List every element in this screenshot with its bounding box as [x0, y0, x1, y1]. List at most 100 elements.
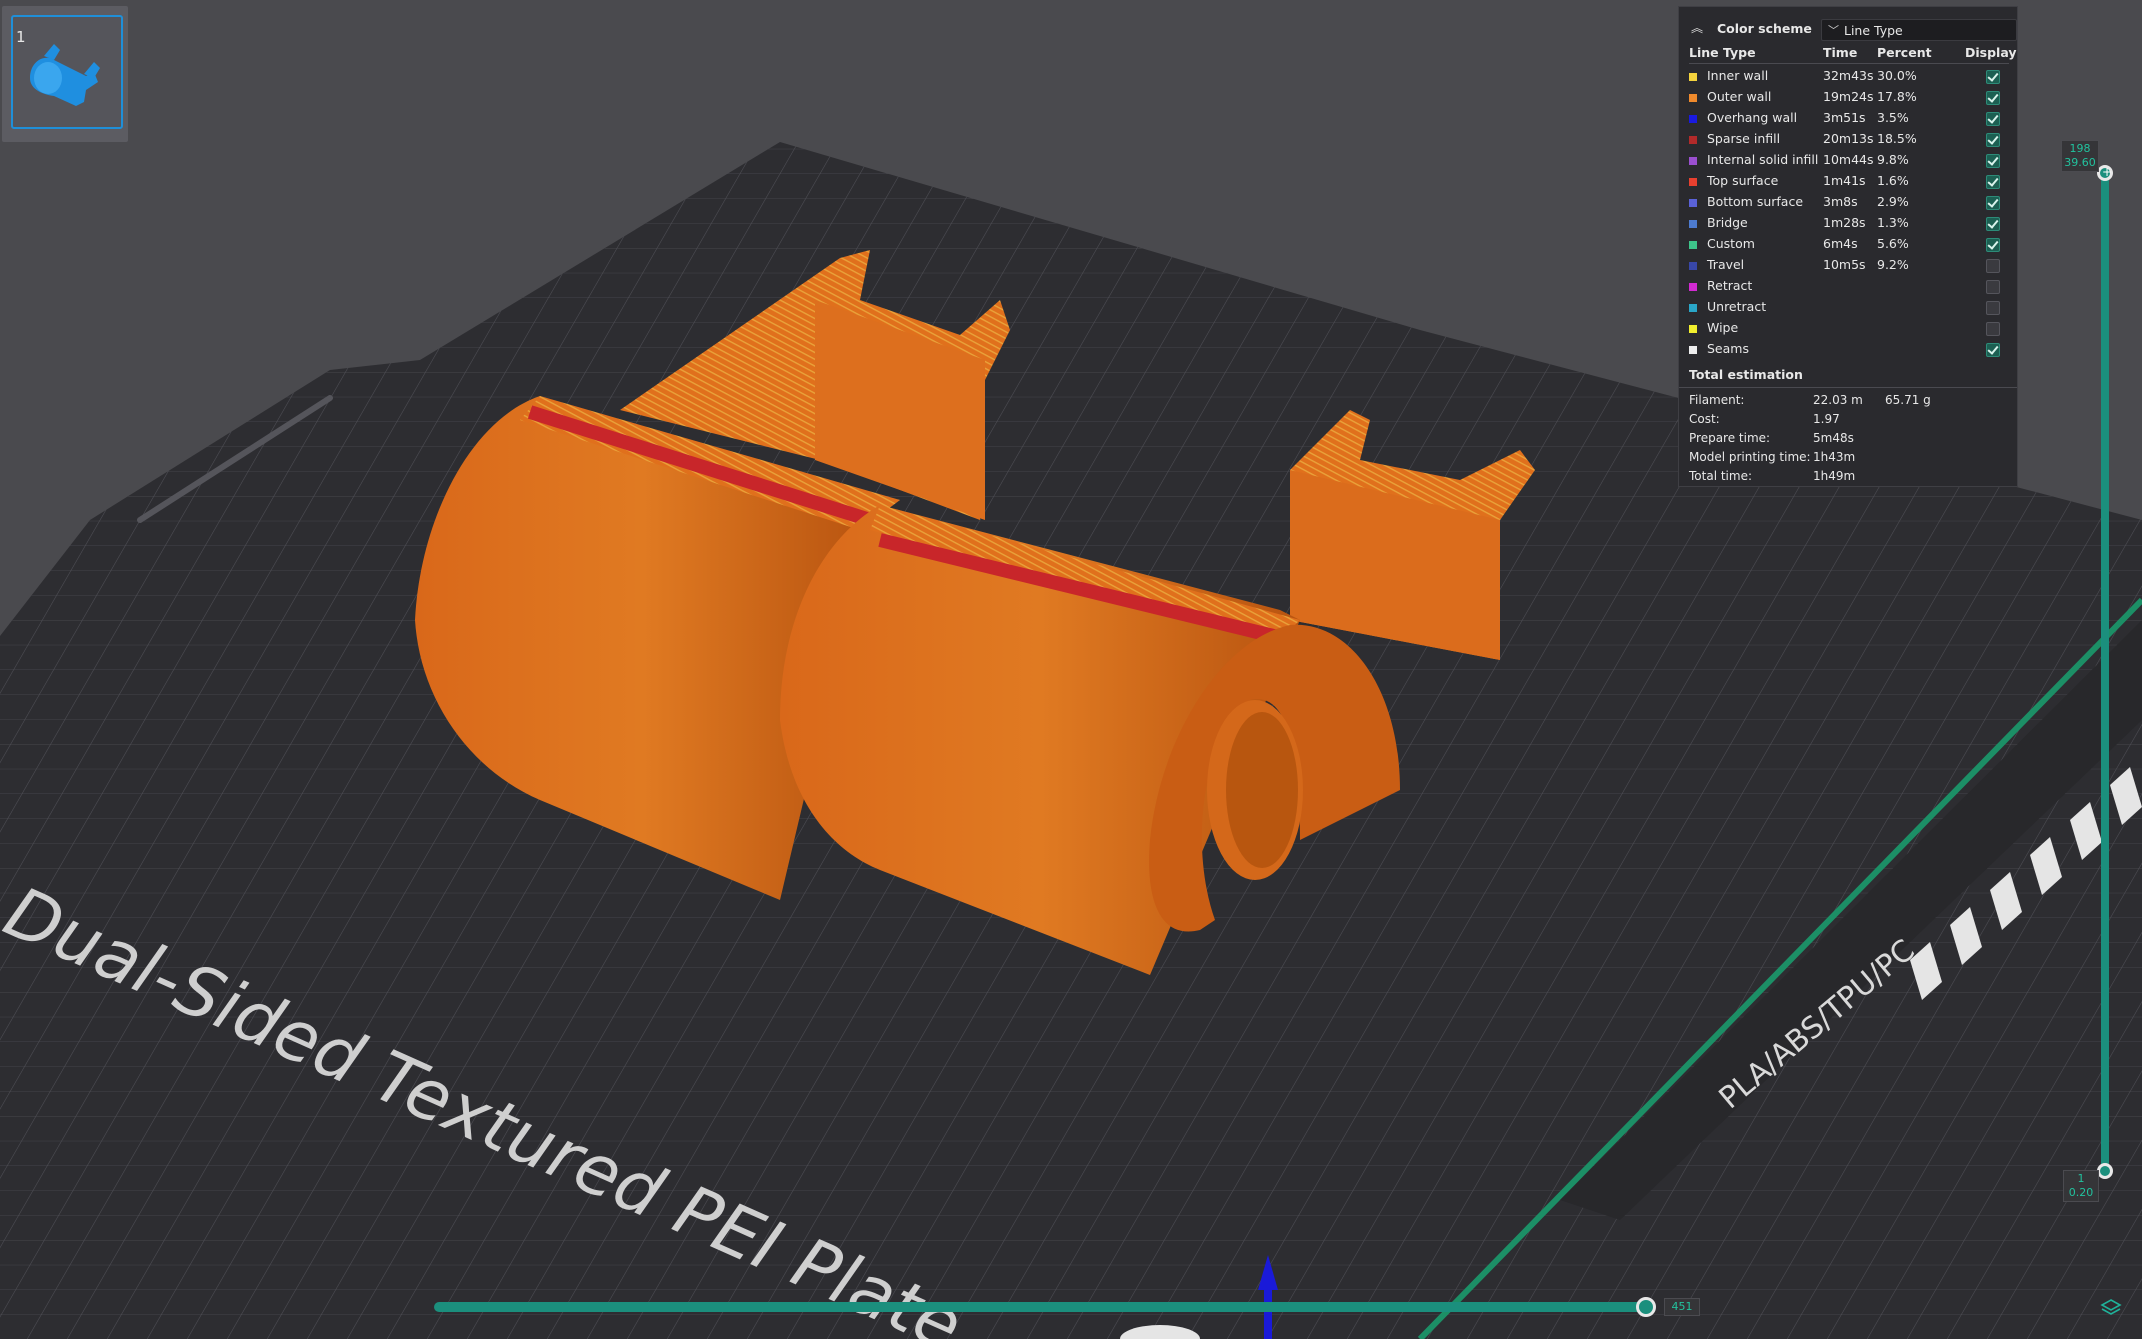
line-type-percent: 9.2%	[1877, 257, 1909, 272]
estimation-cost: Cost: 1.97	[1689, 412, 2009, 431]
total-time-value: 1h49m	[1813, 469, 1856, 483]
display-checkbox[interactable]	[1986, 259, 2000, 273]
estimation-filament: Filament: 22.03 m 65.71 g	[1689, 393, 2009, 412]
line-type-name: Outer wall	[1707, 89, 1772, 104]
line-type-name: Bottom surface	[1707, 194, 1804, 209]
legend-panel: ︽ Color scheme ﹀ Line Type Line Type Tim…	[1678, 6, 2018, 487]
bottom-layer-number: 1	[2077, 1172, 2085, 1185]
line-type-percent: 5.6%	[1877, 236, 1909, 251]
color-swatch	[1689, 241, 1697, 249]
cost-value: 1.97	[1813, 412, 1840, 426]
layer-slider-top-handle[interactable]	[2097, 165, 2113, 181]
legend-row: Bridge 1m28s 1.3%	[1689, 213, 2009, 234]
color-swatch	[1689, 94, 1697, 102]
color-scheme-header: ︽ Color scheme ﹀ Line Type	[1689, 15, 2017, 41]
plate-thumbnail[interactable]: 1	[2, 6, 128, 142]
color-swatch	[1689, 136, 1697, 144]
estimation-model-time: Model printing time: 1h43m	[1689, 450, 2009, 469]
line-type-name: Retract	[1707, 278, 1753, 293]
column-display: Display	[1965, 45, 2017, 60]
color-swatch	[1689, 73, 1697, 81]
cost-label: Cost:	[1689, 412, 1720, 426]
color-swatch	[1689, 304, 1697, 312]
color-scheme-label: Color scheme	[1717, 21, 1812, 36]
column-line-type: Line Type	[1689, 45, 1756, 60]
line-type-name: Travel	[1707, 257, 1745, 272]
color-swatch	[1689, 157, 1697, 165]
color-swatch	[1689, 262, 1697, 270]
model-thumbnail-icon	[30, 44, 100, 106]
line-type-time: 10m44s	[1823, 152, 1874, 167]
layer-slider-bottom-handle[interactable]	[2097, 1163, 2113, 1179]
color-scheme-select[interactable]: ﹀ Line Type	[1821, 19, 2017, 41]
display-checkbox[interactable]	[1986, 280, 2000, 294]
line-type-time: 10m5s	[1823, 257, 1866, 272]
line-type-time: 1m41s	[1823, 173, 1866, 188]
legend-column-headers: Line Type Time Percent Display	[1689, 43, 2017, 64]
column-percent: Percent	[1877, 45, 1932, 60]
move-slider-track[interactable]	[434, 1302, 1650, 1312]
layer-slider-bottom-label: 1 0.20	[2063, 1170, 2099, 1202]
legend-row: Bottom surface 3m8s 2.9%	[1689, 192, 2009, 213]
divider	[1679, 387, 2017, 388]
collapse-chevron-icon[interactable]: ︽	[1691, 19, 1703, 36]
filament-label: Filament:	[1689, 393, 1745, 407]
display-checkbox[interactable]	[1986, 343, 2000, 357]
line-type-name: Internal solid infill	[1707, 152, 1819, 167]
estimation-prepare-time: Prepare time: 5m48s	[1689, 431, 2009, 450]
chevron-down-icon: ﹀	[1828, 24, 1839, 37]
line-type-time: 6m4s	[1823, 236, 1858, 251]
line-type-time: 3m51s	[1823, 110, 1866, 125]
display-checkbox[interactable]	[1986, 301, 2000, 315]
display-checkbox[interactable]	[1986, 217, 2000, 231]
color-swatch	[1689, 283, 1697, 291]
display-checkbox[interactable]	[1986, 112, 2000, 126]
display-checkbox[interactable]	[1986, 154, 2000, 168]
line-type-percent: 1.3%	[1877, 215, 1909, 230]
bottom-layer-height: 0.20	[2068, 1186, 2094, 1199]
line-type-name: Sparse infill	[1707, 131, 1781, 146]
display-checkbox[interactable]	[1986, 70, 2000, 84]
legend-row: Travel 10m5s 9.2%	[1689, 255, 2009, 276]
line-type-name: Unretract	[1707, 299, 1767, 314]
layer-slider-track[interactable]	[2101, 173, 2109, 1171]
legend-row: Outer wall 19m24s 17.8%	[1689, 87, 2009, 108]
display-checkbox[interactable]	[1986, 238, 2000, 252]
legend-row: Retract	[1689, 276, 2009, 297]
prepare-time-value: 5m48s	[1813, 431, 1854, 445]
total-estimation-title: Total estimation	[1689, 367, 1803, 382]
legend-row: Seams	[1689, 339, 2009, 360]
color-swatch	[1689, 115, 1697, 123]
display-checkbox[interactable]	[1986, 91, 2000, 105]
filament-length: 22.03 m	[1813, 393, 1863, 407]
line-type-name: Overhang wall	[1707, 110, 1798, 125]
legend-row: Top surface 1m41s 1.6%	[1689, 171, 2009, 192]
line-type-percent: 1.6%	[1877, 173, 1909, 188]
move-slider-value: 451	[1664, 1298, 1700, 1316]
top-layer-height: 39.60	[2064, 156, 2096, 169]
layers-icon[interactable]	[2100, 1297, 2122, 1319]
prepare-time-label: Prepare time:	[1689, 431, 1771, 445]
display-checkbox[interactable]	[1986, 133, 2000, 147]
line-type-name: Seams	[1707, 341, 1749, 356]
line-type-time: 20m13s	[1823, 131, 1874, 146]
line-type-time: 3m8s	[1823, 194, 1858, 209]
line-type-time: 19m24s	[1823, 89, 1874, 104]
total-time-label: Total time:	[1689, 469, 1752, 483]
move-slider-handle[interactable]	[1636, 1297, 1656, 1317]
line-type-percent: 2.9%	[1877, 194, 1909, 209]
color-swatch	[1689, 346, 1697, 354]
model-time-value: 1h43m	[1813, 450, 1856, 464]
line-type-percent: 30.0%	[1877, 68, 1917, 83]
display-checkbox[interactable]	[1986, 175, 2000, 189]
line-type-percent: 9.8%	[1877, 152, 1909, 167]
line-type-percent: 17.8%	[1877, 89, 1917, 104]
model-time-label: Model printing time:	[1689, 450, 1811, 464]
line-type-name: Bridge	[1707, 215, 1748, 230]
display-checkbox[interactable]	[1986, 322, 2000, 336]
display-checkbox[interactable]	[1986, 196, 2000, 210]
line-type-time: 32m43s	[1823, 68, 1874, 83]
color-swatch	[1689, 199, 1697, 207]
color-swatch	[1689, 220, 1697, 228]
color-scheme-value: Line Type	[1844, 23, 1903, 38]
